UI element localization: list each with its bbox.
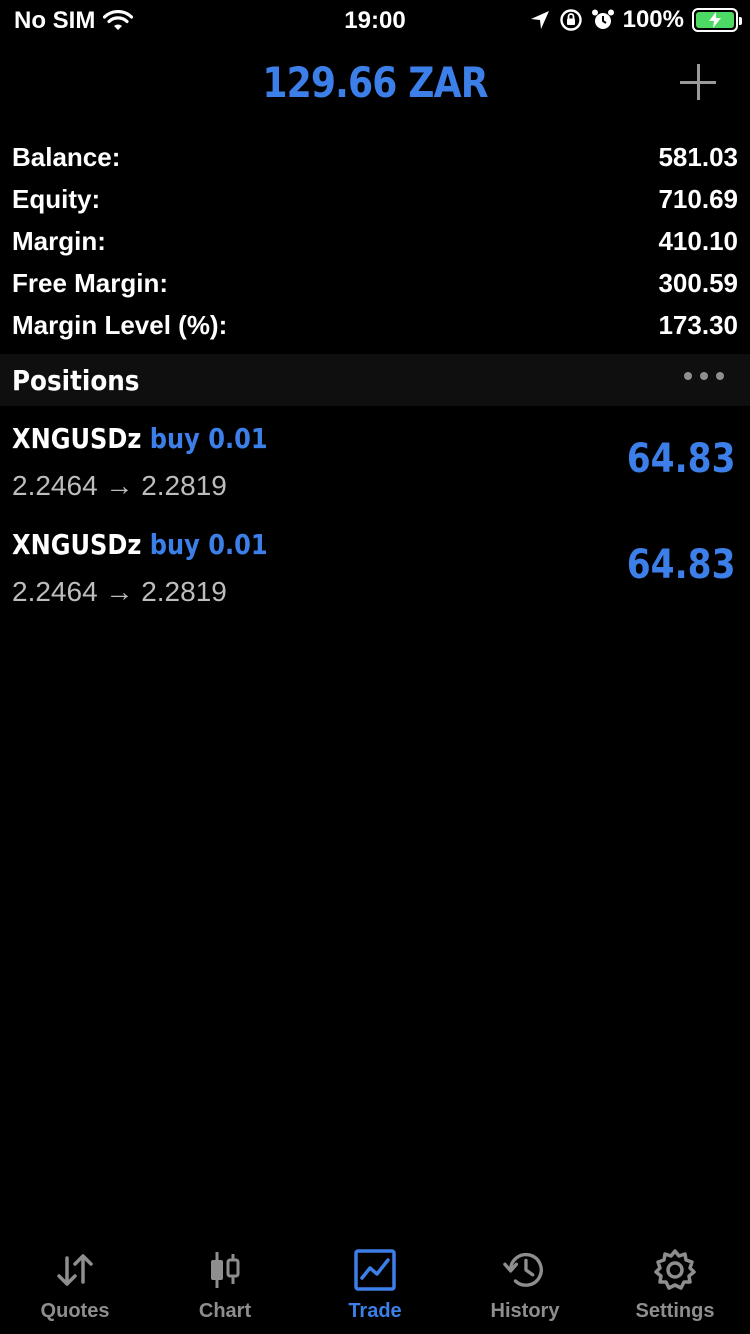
tab-label: History xyxy=(490,1300,560,1322)
charging-bolt-icon xyxy=(709,12,721,28)
tab-label: Trade xyxy=(348,1300,402,1322)
summary-row-balance: Balance: 581.03 xyxy=(12,136,738,178)
tab-label: Quotes xyxy=(40,1300,110,1322)
summary-label: Margin Level (%): xyxy=(12,309,228,340)
summary-value: 173.30 xyxy=(658,309,738,340)
more-dots-icon xyxy=(684,372,692,380)
summary-label: Margin: xyxy=(12,225,106,256)
account-profit-title: 129.66 ZAR xyxy=(262,58,488,107)
summary-row-free-margin: Free Margin: 300.59 xyxy=(12,262,738,304)
tab-history[interactable]: History xyxy=(450,1234,600,1334)
tab-bar: Quotes Chart Trade History Settings xyxy=(0,1234,750,1334)
rotation-lock-icon xyxy=(559,9,582,31)
tab-quotes[interactable]: Quotes xyxy=(0,1234,150,1334)
tab-label: Chart xyxy=(198,1300,252,1322)
summary-value: 300.59 xyxy=(658,267,738,298)
summary-label: Equity: xyxy=(12,183,101,214)
position-prices: 2.2464 → 2.2819 xyxy=(12,576,227,607)
summary-value: 581.03 xyxy=(658,141,738,172)
gear-icon xyxy=(653,1248,697,1292)
position-row[interactable]: XNGUSDz buy 0.01 2.2464 → 2.2819 64.83 xyxy=(0,514,750,620)
positions-section-header: Positions xyxy=(0,354,750,406)
tab-settings[interactable]: Settings xyxy=(600,1234,750,1334)
header: 129.66 ZAR xyxy=(0,48,750,118)
position-prices: 2.2464 → 2.2819 xyxy=(12,470,227,501)
position-profit: 64.83 xyxy=(627,436,736,482)
position-profit: 64.83 xyxy=(627,542,736,588)
summary-row-margin: Margin: 410.10 xyxy=(12,220,738,262)
battery-icon xyxy=(692,8,742,32)
position-row[interactable]: XNGUSDz buy 0.01 2.2464 → 2.2819 64.83 xyxy=(0,408,750,514)
position-symbol: XNGUSDz xyxy=(12,422,142,455)
summary-value: 410.10 xyxy=(658,225,738,256)
tab-chart[interactable]: Chart xyxy=(150,1234,300,1334)
history-clock-icon xyxy=(503,1248,547,1292)
tab-trade[interactable]: Trade xyxy=(300,1234,450,1334)
battery-percent: 100% xyxy=(622,6,684,33)
trade-chart-icon xyxy=(353,1248,397,1292)
summary-label: Free Margin: xyxy=(12,267,169,298)
summary-value: 710.69 xyxy=(658,183,738,214)
position-symbol: XNGUSDz xyxy=(12,528,142,561)
quotes-arrows-icon xyxy=(53,1248,97,1292)
add-order-button[interactable] xyxy=(680,64,716,100)
status-bar: No SIM 19:00 100% xyxy=(0,0,750,40)
location-arrow-icon xyxy=(530,11,549,29)
position-side: buy 0.01 xyxy=(149,422,268,455)
position-side: buy 0.01 xyxy=(149,528,268,561)
alarm-icon xyxy=(591,9,614,29)
summary-label: Balance: xyxy=(12,141,121,172)
account-summary: Balance: 581.03 Equity: 710.69 Margin: 4… xyxy=(12,136,738,346)
status-right: 100% xyxy=(529,6,742,34)
positions-title: Positions xyxy=(12,364,140,397)
tab-label: Settings xyxy=(635,1300,715,1322)
more-options-button[interactable] xyxy=(684,372,724,380)
summary-row-equity: Equity: 710.69 xyxy=(12,178,738,220)
candlestick-icon xyxy=(203,1248,247,1292)
summary-row-margin-level: Margin Level (%): 173.30 xyxy=(12,304,738,346)
